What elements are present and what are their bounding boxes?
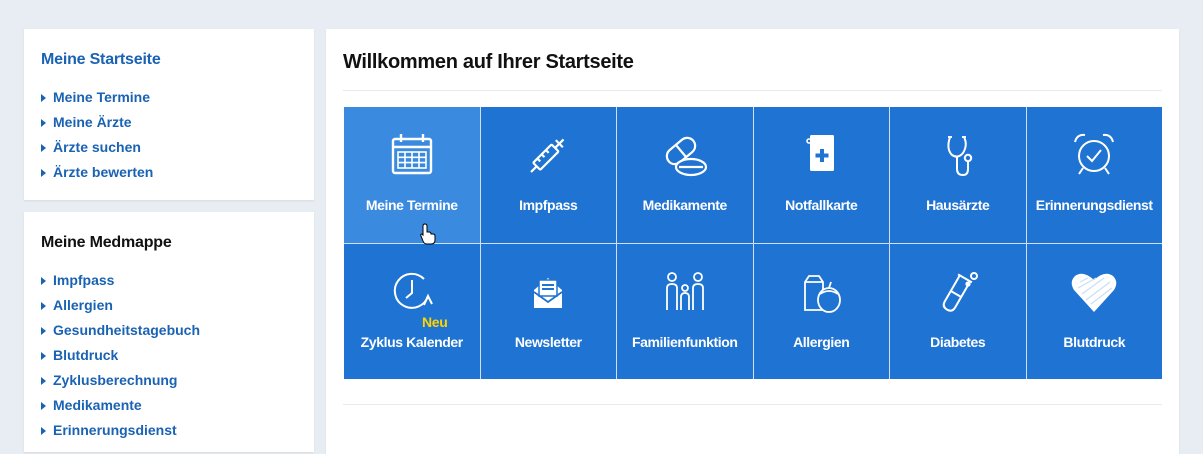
tile-label: Zyklus Kalender bbox=[360, 333, 464, 350]
test-tube-icon bbox=[928, 264, 988, 320]
tile-notfallkarte[interactable]: Notfallkarte bbox=[753, 107, 889, 243]
tile-meine-termine[interactable]: Meine Termine bbox=[344, 107, 480, 243]
arrow-right-icon bbox=[41, 119, 46, 127]
arrow-right-icon bbox=[41, 327, 46, 335]
sidebar-item-label: Meine Ärzte bbox=[53, 114, 132, 130]
sidebar-item-label: Erinnerungsdienst bbox=[53, 422, 177, 438]
cycle-clock-icon bbox=[382, 264, 442, 320]
arrow-right-icon bbox=[41, 352, 46, 360]
sidebar-medmappe-list: Impfpass Allergien Gesundheitstagebuch B… bbox=[41, 268, 200, 443]
tile-label: Blutdruck bbox=[1063, 333, 1126, 350]
tile-familienfunktion[interactable]: Familienfunktion bbox=[617, 243, 753, 379]
arrow-right-icon bbox=[41, 277, 46, 285]
sidebar-item-aerzte-suchen[interactable]: Ärzte suchen bbox=[41, 135, 153, 160]
tile-zyklus-kalender[interactable]: Neu Zyklus Kalender bbox=[344, 243, 480, 379]
sidebar-item-label: Medikamente bbox=[53, 397, 142, 413]
arrow-right-icon bbox=[41, 144, 46, 152]
sidebar-item-label: Gesundheitstagebuch bbox=[53, 322, 201, 338]
newsletter-icon bbox=[518, 264, 578, 320]
stethoscope-icon bbox=[928, 127, 988, 183]
tile-newsletter[interactable]: Newsletter bbox=[480, 243, 616, 379]
tile-label: Medikamente bbox=[642, 197, 728, 213]
sidebar-item-meine-aerzte[interactable]: Meine Ärzte bbox=[41, 110, 153, 135]
sidebar-item-blutdruck[interactable]: Blutdruck bbox=[41, 343, 200, 368]
tile-label: Familienfunktion bbox=[631, 333, 738, 350]
tile-label: Impfpass bbox=[519, 197, 578, 213]
alarm-clock-icon bbox=[1064, 127, 1124, 183]
sidebar-start-box: Meine Startseite Meine Termine Meine Ärz… bbox=[24, 29, 314, 200]
allergy-icon bbox=[791, 264, 851, 320]
tile-label: Erinnerungsdienst bbox=[1035, 197, 1153, 213]
page-title: Willkommen auf Ihrer Startseite bbox=[343, 51, 634, 73]
arrow-right-icon bbox=[41, 302, 46, 310]
main-panel: Willkommen auf Ihrer Startseite Meine Te… bbox=[326, 29, 1179, 454]
sidebar-start-title[interactable]: Meine Startseite bbox=[41, 51, 161, 69]
tile-impfpass[interactable]: Impfpass bbox=[480, 107, 616, 243]
sidebar-item-label: Impfpass bbox=[53, 272, 115, 288]
sidebar-item-allergien[interactable]: Allergien bbox=[41, 293, 200, 318]
tile-grid: Meine Termine Impfpass Medikamente Notfa… bbox=[344, 107, 1162, 379]
arrow-right-icon bbox=[41, 427, 46, 435]
tile-label: Meine Termine bbox=[365, 197, 458, 213]
tile-blutdruck[interactable]: Blutdruck bbox=[1026, 243, 1162, 379]
new-badge: Neu bbox=[422, 313, 448, 330]
sidebar-item-aerzte-bewerten[interactable]: Ärzte bewerten bbox=[41, 160, 153, 185]
sidebar-item-impfpass[interactable]: Impfpass bbox=[41, 268, 200, 293]
arrow-right-icon bbox=[41, 169, 46, 177]
sidebar-item-medikamente[interactable]: Medikamente bbox=[41, 393, 200, 418]
sidebar-start-list: Meine Termine Meine Ärzte Ärzte suchen Ä… bbox=[41, 85, 153, 185]
sidebar-item-label: Allergien bbox=[53, 297, 113, 313]
tile-allergien[interactable]: Allergien bbox=[753, 243, 889, 379]
sidebar-item-zyklusberechnung[interactable]: Zyklusberechnung bbox=[41, 368, 200, 393]
sidebar-item-label: Ärzte bewerten bbox=[53, 164, 154, 180]
heart-icon bbox=[1064, 264, 1124, 320]
tile-label: Diabetes bbox=[930, 333, 986, 350]
pills-icon bbox=[655, 127, 715, 183]
tile-label: Allergien bbox=[793, 333, 850, 350]
sidebar-medmappe-box: Meine Medmappe Impfpass Allergien Gesund… bbox=[24, 212, 314, 452]
tile-label: Hausärzte bbox=[926, 197, 990, 213]
divider bbox=[343, 404, 1162, 405]
sidebar-item-label: Blutdruck bbox=[53, 347, 119, 363]
sidebar-item-erinnerungsdienst[interactable]: Erinnerungsdienst bbox=[41, 418, 200, 443]
sidebar-item-gesundheitstagebuch[interactable]: Gesundheitstagebuch bbox=[41, 318, 200, 343]
sidebar-item-label: Meine Termine bbox=[53, 89, 150, 105]
emergency-card-icon bbox=[791, 127, 851, 183]
sidebar-item-meine-termine[interactable]: Meine Termine bbox=[41, 85, 153, 110]
sidebar-item-label: Ärzte suchen bbox=[53, 139, 141, 155]
sidebar-item-label: Zyklusberechnung bbox=[53, 372, 178, 388]
tile-diabetes[interactable]: Diabetes bbox=[890, 243, 1026, 379]
syringe-icon bbox=[518, 127, 578, 183]
tile-erinnerungsdienst[interactable]: Erinnerungsdienst bbox=[1026, 107, 1162, 243]
sidebar-medmappe-title: Meine Medmappe bbox=[41, 234, 172, 251]
tile-hausaerzte[interactable]: Hausärzte bbox=[890, 107, 1026, 243]
tile-label: Newsletter bbox=[514, 333, 582, 350]
hand-cursor-icon bbox=[420, 223, 436, 245]
divider bbox=[343, 90, 1162, 91]
arrow-right-icon bbox=[41, 377, 46, 385]
arrow-right-icon bbox=[41, 94, 46, 102]
tile-medikamente[interactable]: Medikamente bbox=[617, 107, 753, 243]
tile-label: Notfallkarte bbox=[785, 197, 858, 213]
family-icon bbox=[655, 264, 715, 320]
calendar-icon bbox=[382, 127, 442, 183]
arrow-right-icon bbox=[41, 402, 46, 410]
